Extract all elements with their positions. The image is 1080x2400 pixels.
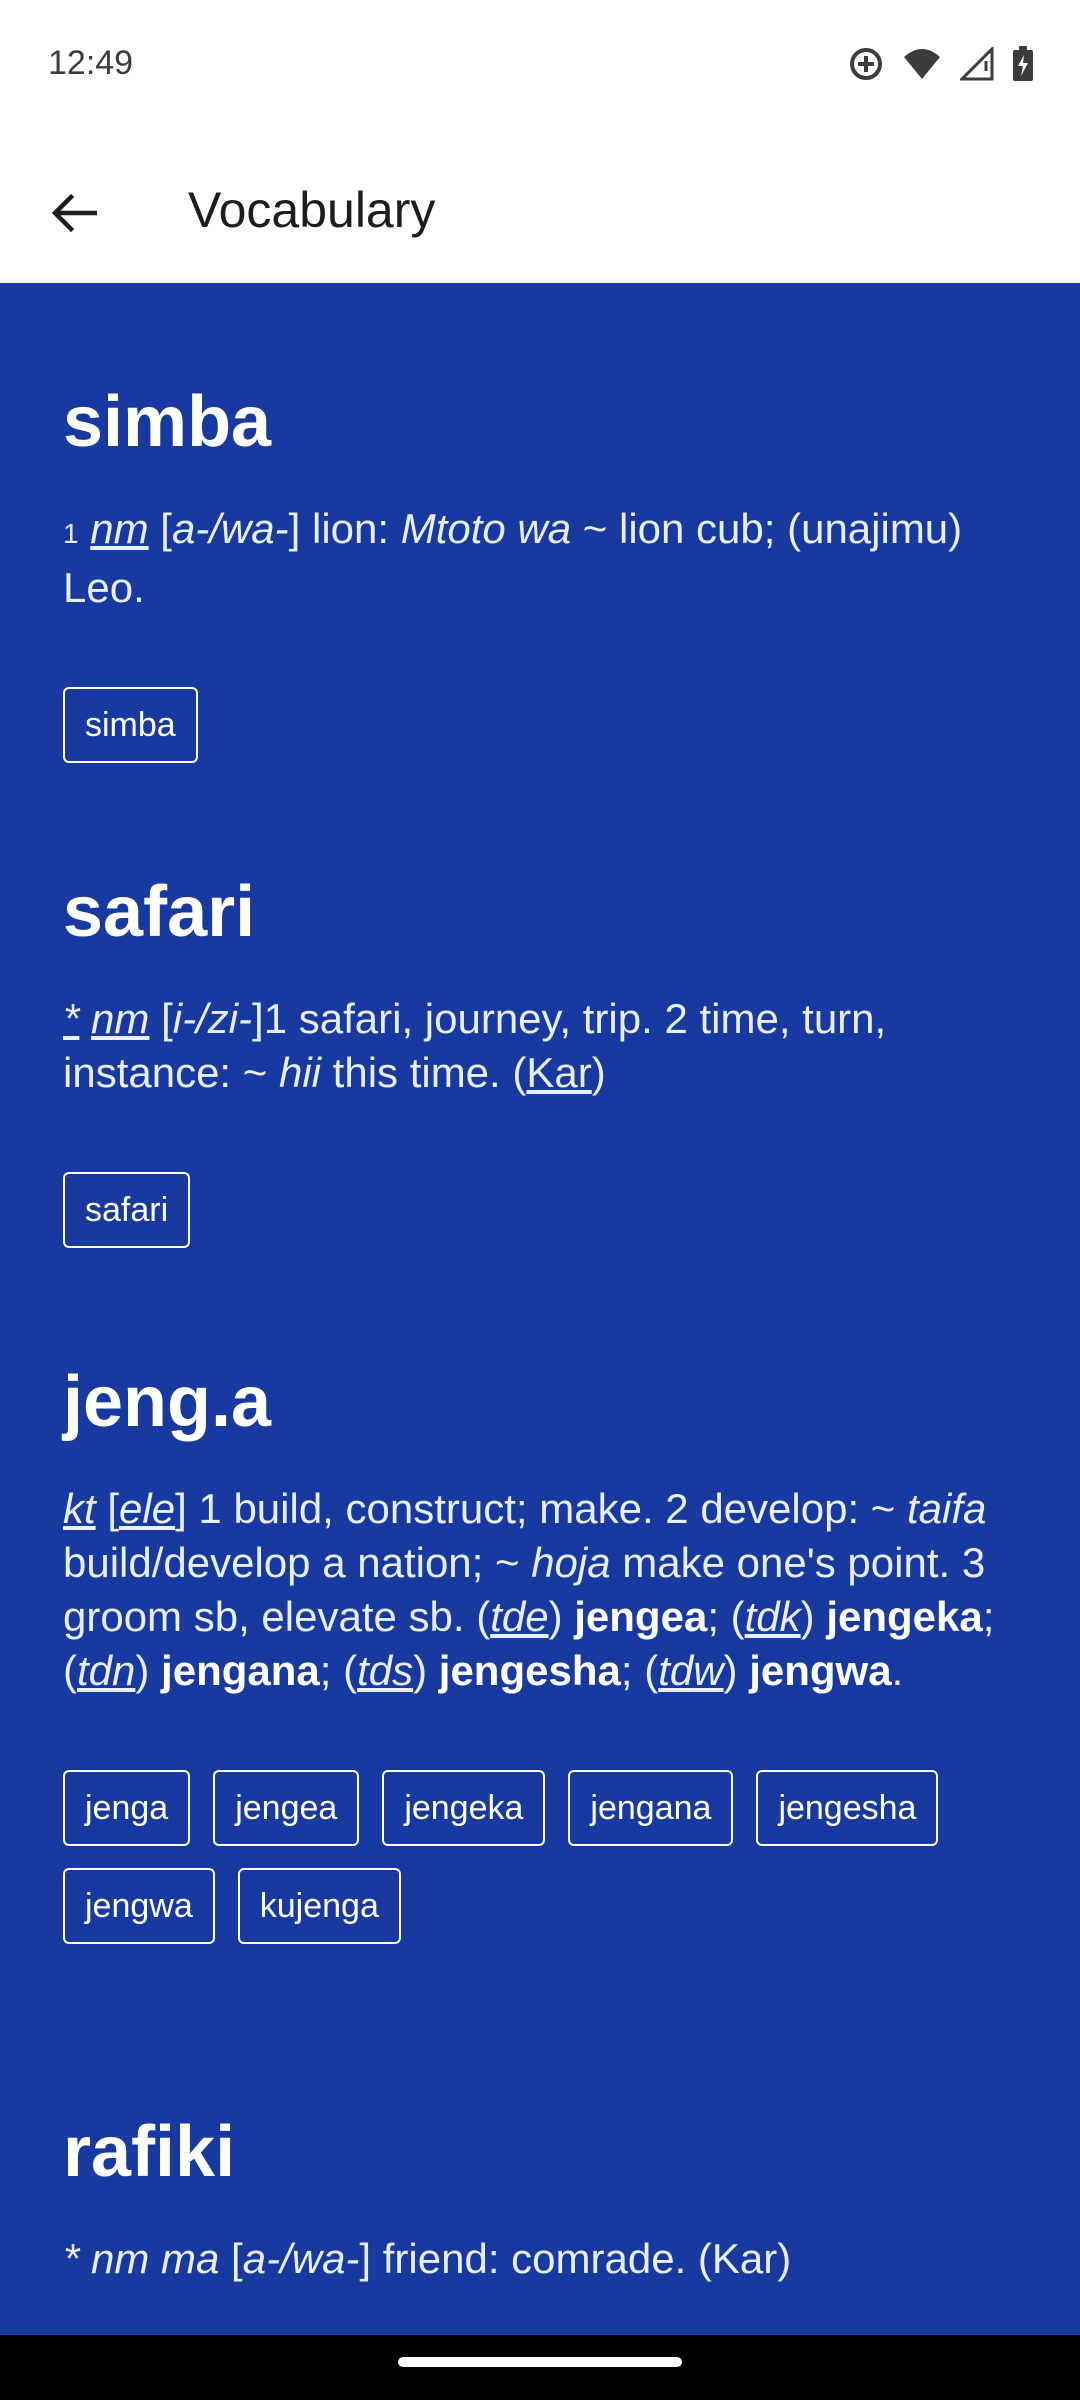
tag-chips: safari (63, 1172, 1023, 1248)
tag-chips: simba (63, 687, 1023, 763)
derivation-link[interactable]: tds (357, 1647, 413, 1694)
signal-icon (960, 47, 994, 81)
derivation-link[interactable]: tdk (745, 1593, 801, 1640)
derivation-link[interactable]: tdn (77, 1647, 135, 1694)
status-bar: 12:49 (0, 0, 1080, 135)
tag-chip[interactable]: safari (63, 1172, 191, 1248)
origin-link[interactable]: Kar (526, 1049, 591, 1096)
derivation-link[interactable]: tde (490, 1593, 548, 1640)
tag-chip[interactable]: jengea (213, 1770, 360, 1846)
entry-rafiki: rafiki * nm ma [a-/wa-] friend: comrade.… (63, 2116, 1023, 2286)
pos-link[interactable]: kt (63, 1485, 96, 1532)
entry-definition: kt [ele] 1 build, construct; make. 2 dev… (63, 1485, 995, 1694)
wifi-icon (904, 49, 940, 79)
back-button[interactable] (36, 175, 112, 251)
entry-word: jeng.a (63, 1362, 272, 1442)
vocabulary-list[interactable]: simba 1 nm [a-/wa-] lion: Mtoto wa ~ lio… (0, 283, 1080, 2335)
navigation-bar (0, 2335, 1080, 2400)
sync-icon (850, 48, 882, 80)
arrow-left-icon (51, 193, 97, 233)
page-title: Vocabulary (188, 182, 436, 238)
entry-word: rafiki (63, 2112, 236, 2192)
loanword-link[interactable]: * (63, 995, 79, 1042)
tag-chip[interactable]: jengana (568, 1770, 734, 1846)
app-bar: Vocabulary (0, 135, 1080, 284)
class-link[interactable]: ele (119, 1485, 175, 1532)
tag-chip[interactable]: simba (63, 687, 198, 763)
entry-definition: 1 nm [a-/wa-] lion: Mtoto wa ~ lion cub;… (63, 505, 963, 611)
entry-definition: * nm [i-/zi-]1 safari, journey, trip. 2 … (63, 995, 887, 1096)
entry-simba: simba 1 nm [a-/wa-] lion: Mtoto wa ~ lio… (63, 386, 1023, 763)
pos-link[interactable]: nm (90, 505, 148, 552)
entry-definition: * nm ma [a-/wa-] friend: comrade. (Kar) (63, 2235, 792, 2282)
status-icons (848, 46, 1034, 82)
tag-chips: jenga jengea jengeka jengana jengesha je… (63, 1770, 1023, 1944)
entry-word: simba (63, 382, 272, 462)
tag-chip[interactable]: jengwa (63, 1868, 215, 1944)
tag-chip[interactable]: jengesha (756, 1770, 939, 1846)
derivation-link[interactable]: tdw (658, 1647, 723, 1694)
tag-chip[interactable]: jenga (63, 1770, 191, 1846)
entry-word: safari (63, 872, 256, 952)
entry-jenga: jeng.a kt [ele] 1 build, construct; make… (63, 1366, 1023, 1944)
battery-icon (1013, 46, 1033, 81)
pos-link[interactable]: nm (91, 995, 149, 1042)
entry-safari: safari * nm [i-/zi-]1 safari, journey, t… (63, 876, 1023, 1248)
tag-chip[interactable]: kujenga (237, 1868, 401, 1944)
home-gesture-handle[interactable] (398, 2357, 682, 2367)
status-time: 12:49 (48, 44, 134, 82)
tag-chip[interactable]: jengeka (382, 1770, 546, 1846)
